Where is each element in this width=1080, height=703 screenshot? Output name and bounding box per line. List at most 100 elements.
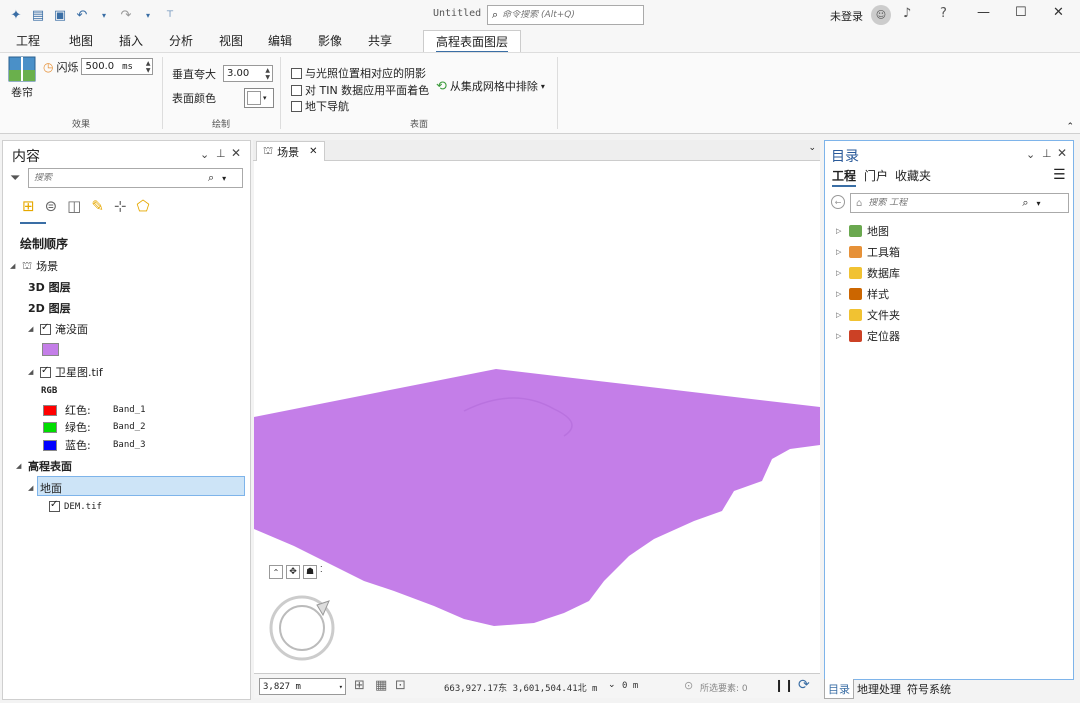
scene-view[interactable]: ⌃ ✥ ☗ ⁚ xyxy=(254,161,820,673)
measure-icon[interactable]: ⊡ xyxy=(395,678,406,693)
shade-relative-light-checkbox[interactable]: 与光照位置相对应的阴影 xyxy=(291,65,426,81)
customize-toolbar-icon[interactable]: ⊤ xyxy=(162,7,178,23)
compass-navigator-icon[interactable] xyxy=(267,593,337,663)
redo-icon[interactable]: ↷ xyxy=(118,7,134,23)
expand-icon[interactable]: ▷ xyxy=(836,269,844,277)
spinner-arrows[interactable]: ▲ ▼ xyxy=(144,60,153,74)
back-icon[interactable]: ← xyxy=(831,195,845,209)
expand-icon[interactable]: ◢ xyxy=(10,262,18,270)
pause-icon[interactable]: ❙❙ xyxy=(774,678,794,692)
flood-symbol-swatch[interactable] xyxy=(42,343,59,356)
close-tab-icon[interactable]: ✕ xyxy=(309,146,317,157)
scale-input[interactable]: 3,827 m ▾ xyxy=(259,678,346,695)
panel-options-icon[interactable]: ⌄ xyxy=(200,148,209,161)
tree-2d-layers[interactable]: 2D 图层 xyxy=(28,300,71,316)
tree-3d-layers[interactable]: 3D 图层 xyxy=(28,279,71,295)
user-status[interactable]: 未登录 xyxy=(830,8,863,24)
catalog-item-maps[interactable]: ▷ 地图 xyxy=(836,223,889,239)
catalog-item-locators[interactable]: ▷ 定位器 xyxy=(836,328,900,344)
view-options-icon[interactable]: ⌄ xyxy=(808,143,816,153)
drawing-order-icon[interactable]: ⊞ xyxy=(22,197,35,215)
save-icon[interactable]: ▣ xyxy=(52,7,68,23)
notification-bell-icon[interactable]: ♪ xyxy=(903,6,911,21)
user-avatar-icon[interactable]: ☺ xyxy=(871,5,891,25)
flash-duration-input[interactable]: 500.0 ms ▲ ▼ xyxy=(81,58,154,75)
tab-imagery[interactable]: 影像 xyxy=(318,32,342,53)
chevron-down-icon[interactable]: ▾ xyxy=(222,174,226,183)
catalog-item-databases[interactable]: ▷ 数据库 xyxy=(836,265,900,281)
underground-navigation-checkbox[interactable]: 地下导航 xyxy=(291,98,349,114)
data-source-icon[interactable]: ⊜ xyxy=(45,197,58,215)
expand-icon[interactable]: ▷ xyxy=(836,311,844,319)
tree-elevation-surfaces[interactable]: ◢ 高程表面 xyxy=(16,458,72,474)
pin-icon[interactable]: ⊥ xyxy=(216,147,226,160)
snapping-icon[interactable]: ⊹ xyxy=(114,197,127,215)
chevron-down-icon[interactable]: ▾ xyxy=(1037,199,1041,208)
tab-elevation-surface-layer[interactable]: 高程表面图层 xyxy=(423,30,522,53)
pin-icon[interactable]: ⊥ xyxy=(1042,147,1052,160)
command-search-input[interactable] xyxy=(502,10,633,20)
selected-features-icon[interactable]: ⊙ xyxy=(684,679,693,692)
add-grid-icon[interactable]: ⊞ xyxy=(354,678,365,693)
vertical-exaggeration-input[interactable]: 3.00 ▲ ▼ xyxy=(223,65,273,82)
tin-flat-shading-checkbox[interactable]: 对 TIN 数据应用平面着色 xyxy=(291,82,429,98)
expand-icon[interactable]: ◢ xyxy=(16,462,24,470)
dock-tab-geoprocessing[interactable]: 地理处理 xyxy=(854,679,904,699)
tree-ground[interactable]: ◢ 地面 xyxy=(28,480,62,496)
red-swatch[interactable] xyxy=(43,404,57,416)
catalog-tab-portal[interactable]: 门户 xyxy=(864,167,888,184)
tab-view[interactable]: 视图 xyxy=(219,32,243,53)
expand-icon[interactable]: ▷ xyxy=(836,332,844,340)
tree-dem[interactable]: DEM.tif xyxy=(49,499,102,512)
spinner-arrows[interactable]: ▲ ▼ xyxy=(263,67,272,81)
selection-icon[interactable]: ◫ xyxy=(67,197,81,215)
swipe-button[interactable]: 卷帘 xyxy=(8,56,36,100)
nav-expand-icon[interactable]: ⁚ xyxy=(320,565,323,579)
catalog-search-box[interactable]: ⌂ ⌕ ▾ xyxy=(850,193,1069,213)
tab-analysis[interactable]: 分析 xyxy=(169,32,193,53)
dropdown-icon[interactable]: ▾ xyxy=(96,7,112,23)
open-folder-icon[interactable]: ▤ xyxy=(30,7,46,23)
dock-tab-symbology[interactable]: 符号系统 xyxy=(904,679,954,699)
tab-share[interactable]: 共享 xyxy=(368,32,392,53)
layer-visibility-checkbox[interactable] xyxy=(49,499,60,512)
undo-icon[interactable]: ↶ xyxy=(74,7,90,23)
dock-tab-catalog[interactable]: 目录 xyxy=(824,679,854,699)
catalog-item-toolboxes[interactable]: ▷ 工具箱 xyxy=(836,244,900,260)
nav-pan-icon[interactable]: ✥ xyxy=(286,565,300,579)
minimize-button[interactable]: — xyxy=(977,5,990,20)
close-icon[interactable]: ✕ xyxy=(231,146,241,160)
filter-icon[interactable]: ⏷ xyxy=(10,171,20,186)
help-icon[interactable]: ? xyxy=(940,6,947,21)
exclude-from-mesh-button[interactable]: ⟲ 从集成网格中排除 ▾ xyxy=(436,78,545,94)
expand-icon[interactable]: ▷ xyxy=(836,248,844,256)
refresh-icon[interactable]: ⟳ xyxy=(798,677,810,693)
catalog-search-input[interactable] xyxy=(868,198,1019,208)
close-icon[interactable]: ✕ xyxy=(1057,146,1067,160)
catalog-item-folders[interactable]: ▷ 文件夹 xyxy=(836,307,900,323)
nav-up-icon[interactable]: ⌃ xyxy=(269,565,283,579)
tree-scene[interactable]: ◢ ⛫ 场景 xyxy=(10,258,58,274)
tree-satellite-layer[interactable]: ◢ 卫星图.tif xyxy=(28,364,103,380)
expand-icon[interactable]: ◢ xyxy=(28,325,36,333)
contents-search-input[interactable] xyxy=(34,173,204,183)
layer-visibility-checkbox[interactable] xyxy=(40,322,51,335)
catalog-menu-icon[interactable]: ☰ xyxy=(1053,167,1066,183)
tab-project[interactable]: 工程 xyxy=(16,32,40,53)
layer-visibility-checkbox[interactable] xyxy=(40,365,51,378)
tree-flood-layer[interactable]: ◢ 淹没面 xyxy=(28,321,88,337)
surface-color-picker[interactable]: ▾ xyxy=(244,88,274,108)
blue-swatch[interactable] xyxy=(43,439,57,451)
expand-icon[interactable]: ▷ xyxy=(836,290,844,298)
chevron-down-icon[interactable]: ⌄ xyxy=(608,680,616,690)
tree-ground-selected[interactable] xyxy=(37,476,245,496)
catalog-tab-project[interactable]: 工程 xyxy=(832,167,857,187)
maximize-button[interactable]: ☐ xyxy=(1015,5,1027,20)
command-search-box[interactable]: ⌕ xyxy=(487,5,644,25)
catalog-item-styles[interactable]: ▷ 样式 xyxy=(836,286,889,302)
tab-edit[interactable]: 编辑 xyxy=(268,32,292,53)
new-project-icon[interactable]: ✦ xyxy=(8,7,24,23)
contents-search-box[interactable]: ⌕ ▾ xyxy=(28,168,243,188)
tab-insert[interactable]: 插入 xyxy=(119,32,143,53)
tab-scene-view[interactable]: ⛫ 场景 ✕ xyxy=(256,141,325,161)
